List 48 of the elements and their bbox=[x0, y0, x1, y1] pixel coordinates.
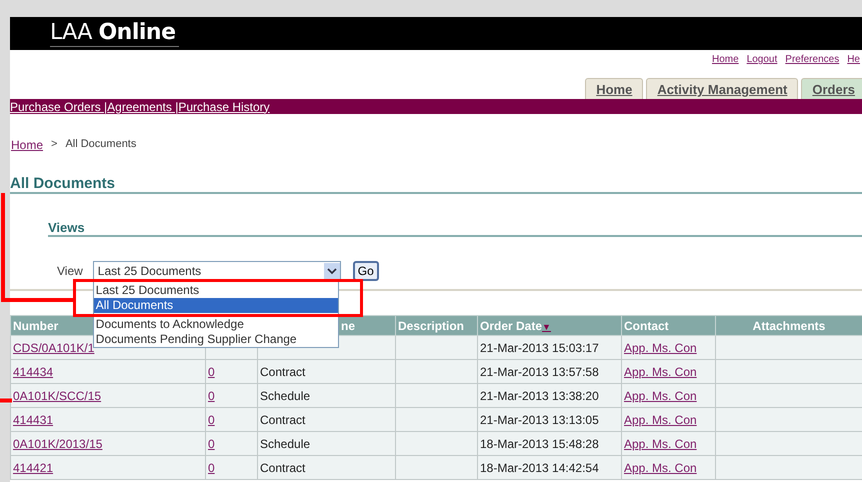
header-link[interactable]: Logout bbox=[746, 54, 778, 68]
table-cell: 18-Mar-2013 15:48:28 bbox=[480, 436, 599, 450]
table-cell: Contract bbox=[260, 412, 306, 426]
leader-line bbox=[0, 398, 12, 403]
site-logo: LAA Online bbox=[50, 20, 179, 47]
breadcrumb-link[interactable]: Home bbox=[11, 138, 44, 152]
nav-tab[interactable]: Activity Management bbox=[646, 78, 798, 99]
nav-tab[interactable]: Orders bbox=[801, 78, 862, 99]
table-cell: 21-Mar-2013 13:13:05 bbox=[480, 412, 599, 426]
sort-icon[interactable]: ▼ bbox=[542, 322, 551, 332]
subnav-link[interactable]: Purchase History bbox=[178, 100, 270, 114]
count-link[interactable]: 0 bbox=[208, 436, 215, 450]
count-link[interactable]: 0 bbox=[208, 412, 215, 426]
table-cell: Contract bbox=[260, 364, 306, 378]
header-link[interactable]: Home bbox=[712, 54, 739, 68]
breadcrumb-current: All Documents bbox=[65, 138, 136, 152]
view-select[interactable]: Last 25 Documents bbox=[92, 261, 341, 281]
caret-icon bbox=[324, 263, 340, 279]
section-title: Views bbox=[48, 220, 862, 237]
column-header: ne bbox=[340, 318, 355, 332]
nav-tab[interactable]: Home bbox=[585, 78, 644, 99]
dropdown-option[interactable]: All Documents bbox=[94, 298, 338, 313]
column-header: Description bbox=[398, 318, 464, 332]
table-cell: 18-Mar-2013 14:42:54 bbox=[480, 460, 599, 474]
subnav-link[interactable]: Purchase Orders | bbox=[10, 100, 108, 114]
table-cell: 21-Mar-2013 13:57:58 bbox=[480, 364, 599, 378]
count-link[interactable]: 0 bbox=[208, 460, 215, 474]
subnav-link[interactable]: Agreements | bbox=[107, 100, 178, 114]
count-link[interactable]: 0 bbox=[208, 388, 215, 402]
table-cell: Schedule bbox=[260, 388, 310, 402]
table-cell: 21-Mar-2013 15:03:17 bbox=[480, 340, 599, 354]
header-link[interactable]: He bbox=[847, 54, 860, 68]
column-header: Contact bbox=[624, 318, 669, 332]
table-cell: 21-Mar-2013 13:38:20 bbox=[480, 388, 599, 402]
breadcrumb-separator: > bbox=[51, 138, 58, 152]
page-title: All Documents bbox=[10, 175, 862, 194]
column-header: Order Date bbox=[480, 318, 542, 332]
document-link[interactable]: 414431 bbox=[13, 412, 54, 426]
go-button[interactable]: Go bbox=[352, 261, 379, 281]
document-link[interactable]: 414434 bbox=[13, 364, 54, 378]
table-cell: Contract bbox=[260, 460, 306, 474]
header-link[interactable]: Preferences bbox=[785, 54, 840, 68]
count-link[interactable]: 0 bbox=[208, 364, 215, 378]
column-header: Attachments bbox=[752, 318, 826, 332]
view-label: View bbox=[57, 264, 83, 278]
document-link[interactable]: 414421 bbox=[13, 460, 54, 474]
table-cell: Schedule bbox=[260, 436, 310, 450]
column-header: Number bbox=[13, 318, 58, 332]
